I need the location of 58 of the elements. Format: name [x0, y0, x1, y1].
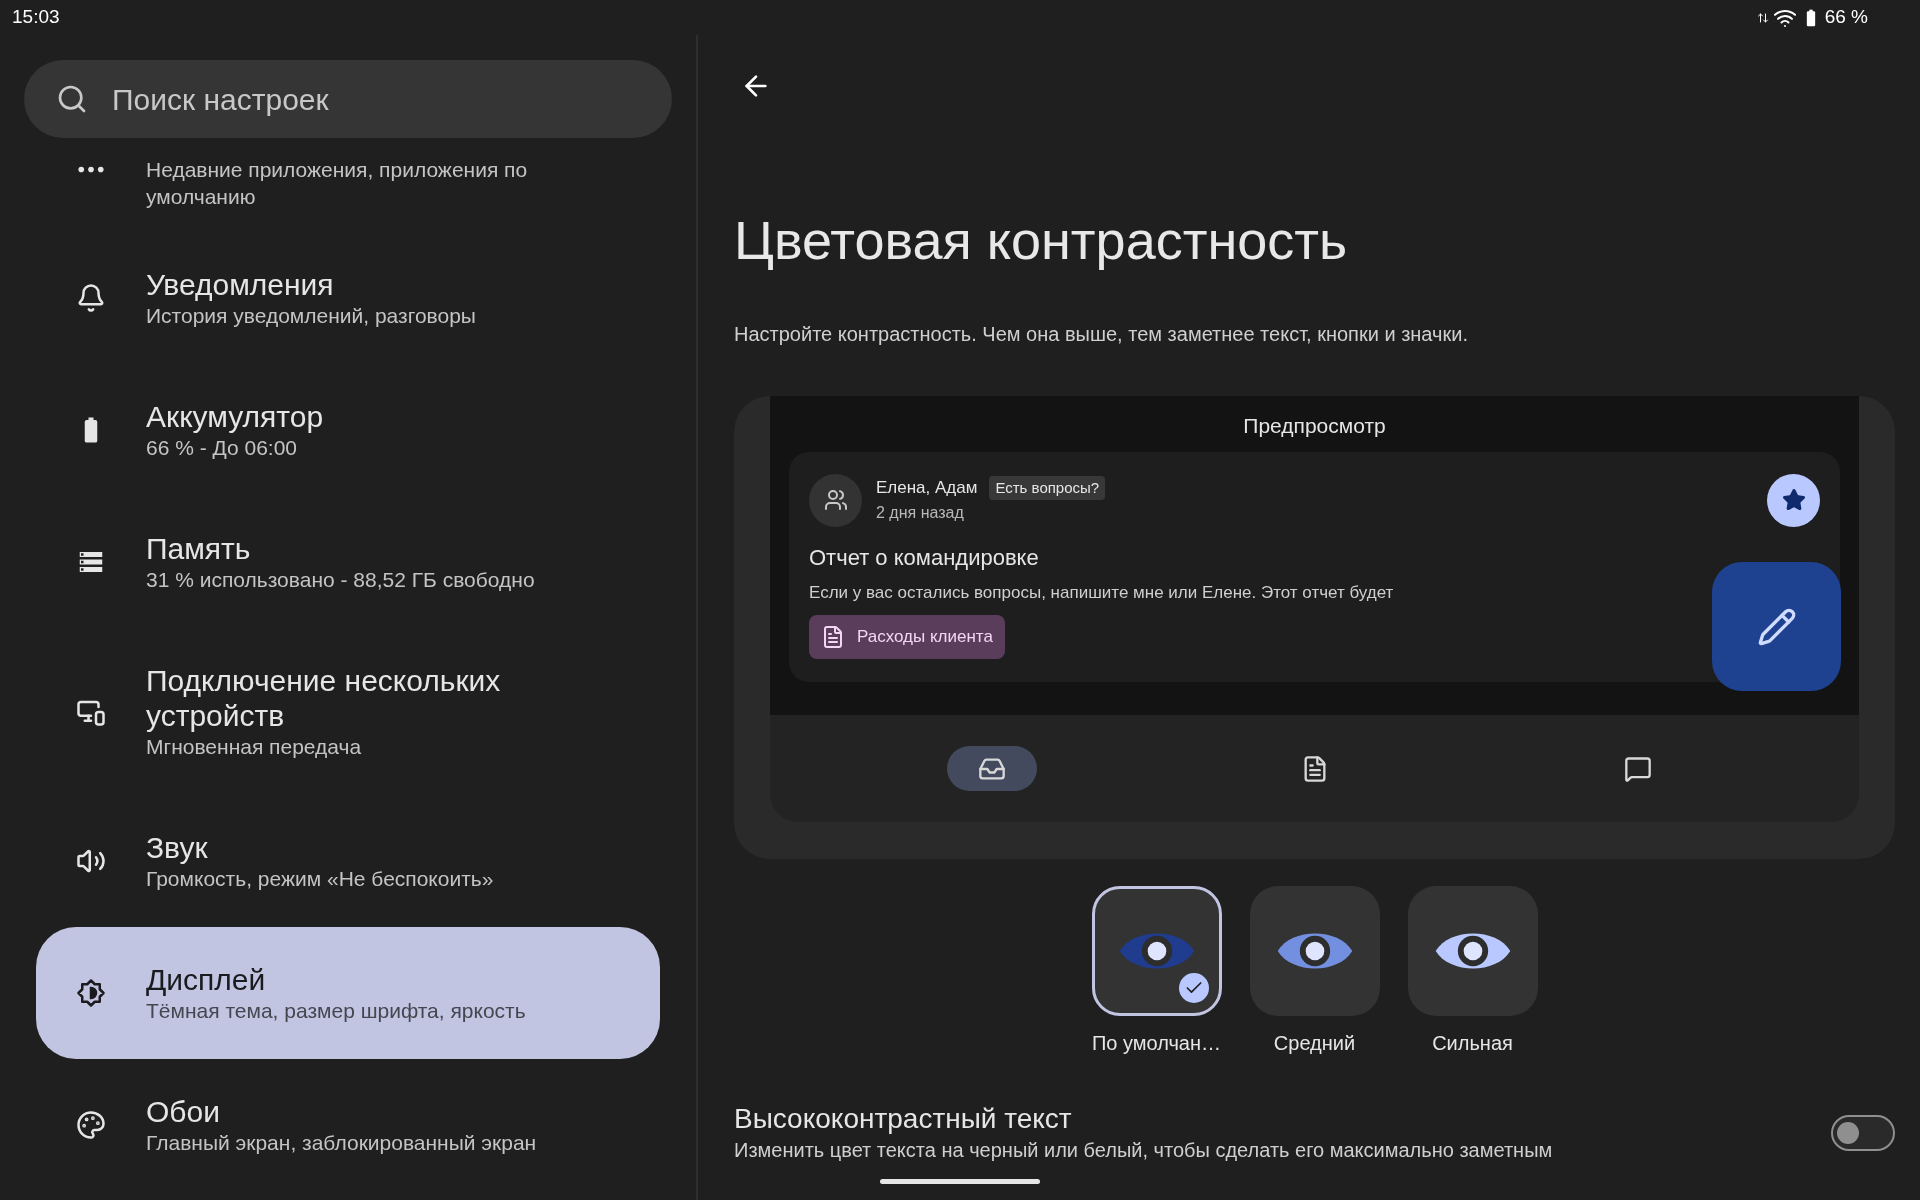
search-input[interactable]: Поиск настроек [112, 76, 640, 122]
people-icon [823, 488, 848, 512]
page-title: Цветовая контрастность [734, 210, 1349, 270]
star-button[interactable] [1767, 473, 1820, 527]
item-title: Дисплей [146, 962, 267, 997]
nav-tab[interactable] [946, 746, 1037, 791]
item-title: Память [146, 531, 252, 566]
item-subtitle: Тёмная тема, размер шрифта, яркость [146, 998, 526, 1024]
more-icon [78, 166, 104, 173]
document-icon [821, 625, 845, 649]
brightness-icon [76, 978, 106, 1008]
item-subtitle: Недавние приложения, приложения по умолчанию [146, 157, 529, 210]
message-body: Если у вас остались вопросы, напишите мне или Елене. Этот отчет будет [809, 581, 1395, 604]
settings-item[interactable]: Подключение нескольких устройств Мгновенная передача [36, 628, 660, 795]
battery-percent: 66 % [1824, 5, 1868, 30]
settings-item[interactable]: Память 31 % использовано - 88,52 ГБ свободно [36, 496, 660, 628]
message-subject: Отчет о командировке [809, 543, 1040, 572]
contrast-option[interactable] [1407, 886, 1538, 1016]
settings-item[interactable]: Дисплей Тёмная тема, размер шрифта, яркость [36, 927, 660, 1059]
item-subtitle: Громкость, режим «Не беспокоить» [146, 866, 494, 892]
item-title: Звук [146, 830, 209, 865]
settings-item[interactable]: Недавние приложения, приложения по умолчанию [36, 138, 660, 232]
preview-title: Предпросмотр [1243, 413, 1386, 439]
palette-icon [76, 1110, 106, 1140]
settings-item[interactable]: Уведомления История уведомлений, разговоры [36, 232, 660, 364]
item-subtitle: Мгновенная передача [146, 734, 363, 760]
page-description: Настройте контрастность. Чем она выше, тем заметнее текст, кнопки и значки. [734, 322, 1469, 347]
setting-description: Изменить цвет текста на черный или белый, чтобы сделать его максимально заметным [734, 1138, 1553, 1163]
item-title: Подключение нескольких устройств [146, 663, 502, 733]
toggle-switch[interactable] [1831, 1115, 1895, 1151]
settings-item[interactable]: Обои Главный экран, заблокированный экран [36, 1059, 660, 1191]
item-title: Уведомления [146, 267, 335, 302]
option-label: Средний [1273, 1031, 1356, 1056]
item-title: Аккумулятор [146, 399, 324, 434]
attachment-chip[interactable]: Расходы клиента [809, 615, 1005, 659]
sender-name: Елена, Адам [876, 477, 978, 500]
item-subtitle: 31 % использовано - 88,52 ГБ свободно [146, 567, 535, 593]
settings-item[interactable]: Звук Громкость, режим «Не беспокоить» [36, 795, 660, 927]
option-label: По умолчан… [1091, 1031, 1222, 1056]
bell-icon [76, 283, 106, 313]
pencil-icon [1756, 606, 1797, 647]
item-subtitle: Главный экран, заблокированный экран [146, 1130, 537, 1156]
search-icon [56, 83, 88, 115]
status-time: 15:03 [12, 5, 60, 30]
chat-icon [1623, 754, 1652, 783]
item-subtitle: История уведомлений, разговоры [146, 303, 476, 329]
item-title: Обои [146, 1094, 221, 1129]
star-icon [1781, 488, 1806, 512]
item-subtitle: 66 % - До 06:00 [146, 435, 299, 461]
contrast-option[interactable] [1091, 886, 1222, 1016]
settings-item[interactable]: Аккумулятор 66 % - До 06:00 [36, 364, 660, 496]
contrast-option[interactable] [1249, 886, 1380, 1016]
message-time: 2 дня назад [876, 502, 965, 523]
search-field[interactable]: Поиск настроек [24, 60, 672, 138]
edit-fab[interactable] [1712, 562, 1841, 691]
option-label: Сильная [1432, 1031, 1513, 1056]
message-tag: Есть вопросы? [989, 475, 1106, 501]
setting-title: Высококонтрастный текст [734, 1102, 1073, 1136]
